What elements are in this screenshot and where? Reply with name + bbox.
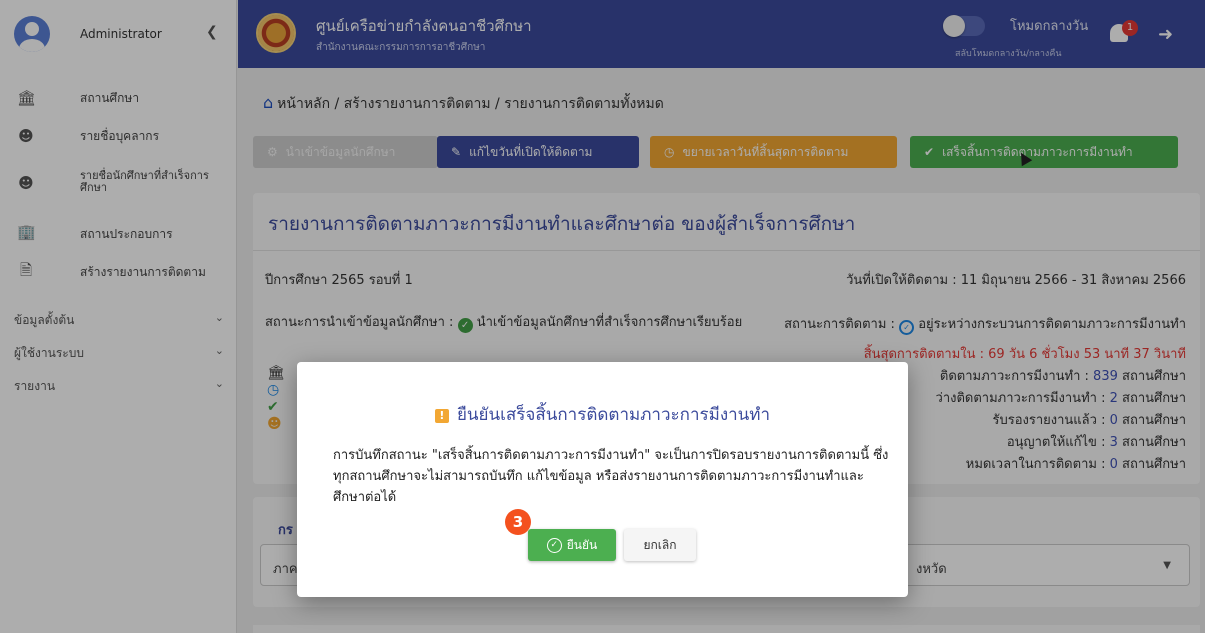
cancel-button[interactable]: ยกเลิก [624, 529, 696, 561]
check-circle-icon: ✓ [546, 537, 562, 553]
confirm-dialog: ! ยืนยันเสร็จสิ้นการติดตามภาวะการมีงานทำ … [297, 362, 908, 597]
dialog-title-text: ยืนยันเสร็จสิ้นการติดตามภาวะการมีงานทำ [456, 405, 771, 425]
dialog-title: ! ยืนยันเสร็จสิ้นการติดตามภาวะการมีงานทำ [297, 401, 908, 428]
confirm-button[interactable]: ✓ ยืนยัน [528, 529, 616, 561]
warning-icon: ! [434, 409, 449, 423]
step-number-badge: 3 [505, 509, 531, 535]
button-label: ยืนยัน [566, 537, 598, 552]
dialog-body: การบันทึกสถานะ "เสร็จสิ้นการติดตามภาวะกา… [333, 448, 889, 505]
